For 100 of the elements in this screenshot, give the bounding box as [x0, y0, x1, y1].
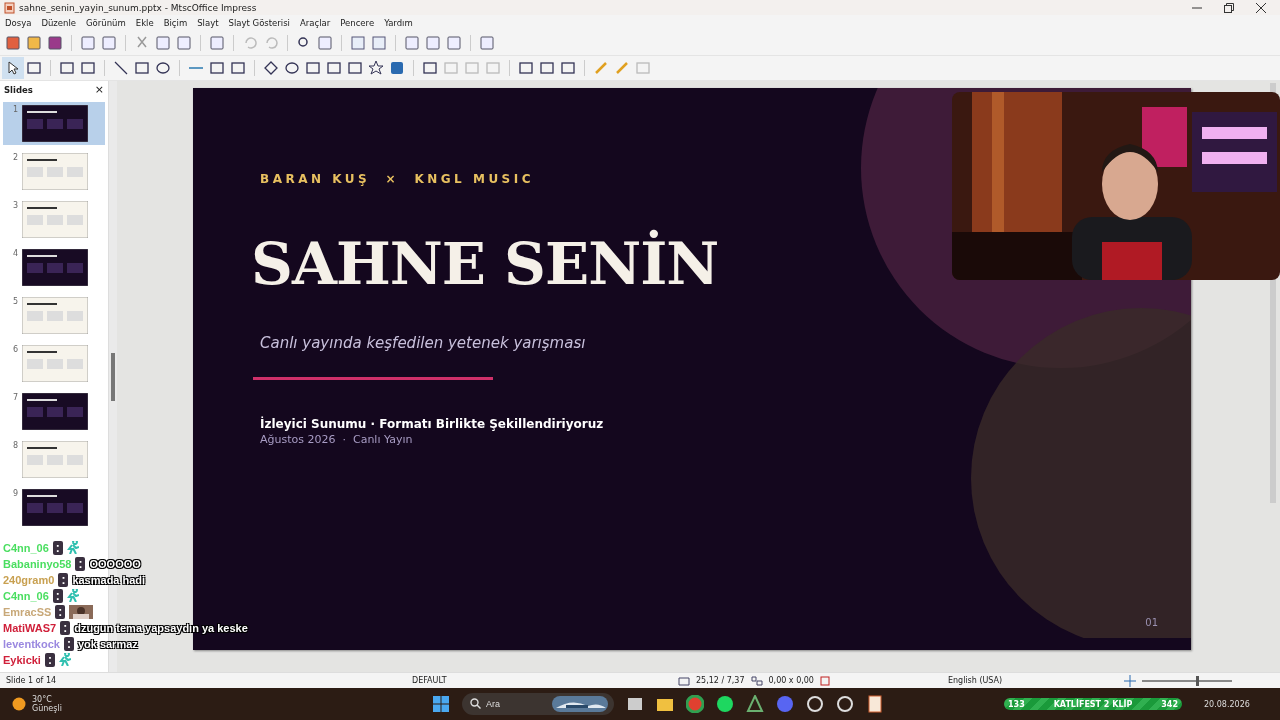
menu-item[interactable]: Yardım: [384, 18, 413, 28]
chat-username: C4nn_06: [3, 589, 49, 602]
slide-subtitle: Canlı yayında keşfedilen yetenek yarışması: [260, 334, 587, 352]
save-icon[interactable]: [47, 35, 63, 51]
chat-username: EmracSS: [3, 605, 52, 618]
sun-icon: [12, 697, 26, 711]
menu-item[interactable]: Pencere: [340, 18, 375, 28]
slide-thumbnail-item[interactable]: 4: [3, 246, 105, 289]
chat-message: OOOOOO: [89, 557, 141, 570]
chat-username: Eykicki: [3, 653, 41, 666]
runner-emote-icon: [58, 653, 71, 666]
size-text: 0,00 x 0,00: [768, 676, 814, 685]
slide-preview: [22, 345, 88, 382]
slide-number: 8: [11, 441, 18, 450]
chat-colon: :: [60, 620, 71, 635]
runner-emote-icon: [66, 541, 79, 554]
zoom-slider-thumb[interactable]: [1195, 675, 1199, 686]
chat-username: C4nn_06: [3, 541, 49, 554]
slide-number: 5: [11, 297, 18, 306]
slide-preview: [22, 105, 88, 142]
open-icon[interactable]: [26, 35, 42, 51]
chat-colon: :: [52, 540, 63, 555]
weather-condition: Güneşli: [32, 704, 62, 713]
size-icon: [750, 675, 763, 686]
slide-number: 6: [11, 345, 18, 354]
rect-icon[interactable]: [134, 60, 150, 76]
menu-item[interactable]: Düzenle: [41, 18, 77, 28]
line-icon[interactable]: [113, 60, 129, 76]
diamond-icon[interactable]: [263, 60, 279, 76]
chat-username: 240gram0: [3, 573, 55, 586]
slide-number: 3: [11, 201, 18, 210]
ellipse-icon[interactable]: [155, 60, 171, 76]
slide-number: 7: [11, 393, 18, 402]
slide-preview: [22, 489, 88, 526]
fit-icon[interactable]: [1123, 674, 1136, 687]
chat-message: kasmada hadi: [72, 573, 146, 586]
menu-item[interactable]: Biçim: [163, 18, 188, 28]
slide-thumbnail-item[interactable]: 3: [3, 198, 105, 241]
slide-number: 4: [11, 249, 18, 258]
slide-thumbnail-item[interactable]: 1: [3, 102, 105, 145]
slide-thumbnail-item[interactable]: 8: [3, 438, 105, 481]
search-icon: [470, 698, 481, 709]
slide-preview: [22, 249, 88, 286]
chat-colon: :: [52, 588, 63, 603]
position-text: 25,12 / 7,37: [696, 676, 745, 685]
goal-end: 342: [1161, 699, 1178, 709]
new-icon[interactable]: [5, 35, 21, 51]
slide-thumbnail-item[interactable]: 9: [3, 486, 105, 529]
save-status-icon: [819, 675, 830, 686]
language-text: English (USA): [947, 676, 1004, 685]
slide-thumbnail-item[interactable]: 2: [3, 150, 105, 193]
chat-message: yok sarmaz: [77, 637, 138, 650]
slide-preview: [22, 441, 88, 478]
menu-item[interactable]: Dosya: [5, 18, 32, 28]
chat-colon: :: [55, 604, 66, 619]
layout-name: DEFAULT: [412, 676, 448, 685]
chat-colon: :: [63, 636, 74, 651]
star-icon[interactable]: [368, 60, 384, 76]
page-number: 01: [1145, 617, 1158, 628]
slide-thumbnail-item[interactable]: 5: [3, 294, 105, 337]
collapse-handle[interactable]: [111, 352, 115, 401]
slide-preview: [22, 201, 88, 238]
cube-icon[interactable]: [389, 60, 405, 76]
clock-date: 20.08.2026: [1204, 699, 1250, 709]
slide-number: 1: [11, 105, 18, 114]
menu-item[interactable]: Slayt Gösterisi: [228, 18, 290, 28]
slide-preview: [22, 297, 88, 334]
weather-temperature: 30°C: [32, 695, 53, 704]
slide-count: Slide 1 of 14: [6, 676, 58, 685]
window-title: sahne_senin_yayin_sunum.pptx - MtscOffice Impress: [19, 2, 257, 13]
windows-icon[interactable]: [432, 695, 450, 713]
audience-text: İzleyici Sunumu · Formatı Birlikte Şekillendiriyoruz: [260, 417, 605, 431]
runner-emote-icon: [66, 589, 79, 602]
menu-item[interactable]: Görünüm: [86, 18, 126, 28]
chat-colon: :: [58, 572, 69, 587]
close-icon[interactable]: [1256, 2, 1266, 13]
chat-username: MatiWAS7: [3, 621, 57, 634]
slide-title: SAHNE SENİN: [251, 230, 720, 298]
document-icon: [4, 1, 15, 14]
chat-username: leventkock: [3, 637, 60, 650]
slide-preview: [22, 393, 88, 430]
slide-preview: [22, 153, 88, 190]
menu-item[interactable]: Slayt: [197, 18, 219, 28]
chat-username: Babaninyo58: [3, 557, 72, 570]
slide-number: 9: [11, 489, 18, 498]
close-button[interactable]: ×: [94, 83, 104, 96]
slide-number: 2: [11, 153, 18, 162]
date-text: Ağustos 2026 · Canlı Yayın: [260, 433, 414, 446]
panel-title: Slides: [4, 84, 33, 95]
menu-item[interactable]: Ekle: [135, 18, 154, 28]
goal-label: KATLİFEST 2 KLİP: [1053, 699, 1133, 709]
position-icon: [678, 675, 690, 686]
goal-start: 133: [1008, 699, 1025, 709]
slide-thumbnail-item[interactable]: 7: [3, 390, 105, 433]
slide-kicker: BARAN KUŞ × KNGL MUSIC: [260, 172, 536, 186]
chat-colon: :: [44, 652, 55, 667]
menu-item[interactable]: Araçlar: [300, 18, 331, 28]
select-icon[interactable]: [5, 60, 21, 76]
slide-thumbnail-item[interactable]: 6: [3, 342, 105, 385]
restore-icon[interactable]: [1224, 2, 1234, 13]
